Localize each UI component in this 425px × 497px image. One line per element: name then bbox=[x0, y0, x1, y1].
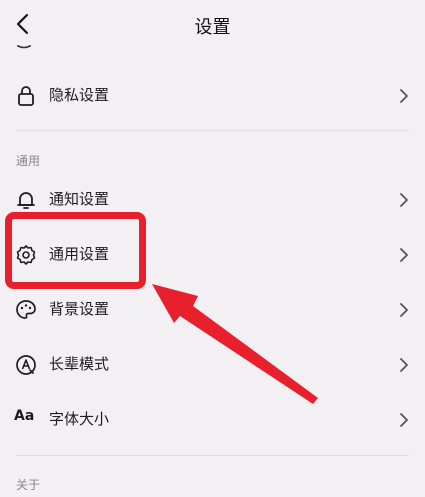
elder-mode-icon bbox=[16, 355, 36, 375]
chevron-right-icon bbox=[400, 358, 408, 372]
privacy-settings-item[interactable]: 隐私设置 bbox=[0, 72, 425, 120]
section-header-about: 关于 bbox=[16, 478, 41, 492]
font-size-item[interactable]: Aa 字体大小 bbox=[0, 396, 425, 444]
top-bar: 设置 bbox=[0, 0, 425, 50]
chevron-right-icon bbox=[400, 248, 408, 262]
privacy-settings-label: 隐私设置 bbox=[49, 86, 110, 104]
lock-icon bbox=[18, 86, 34, 106]
page-title: 设置 bbox=[194, 17, 231, 38]
font-size-label: 字体大小 bbox=[49, 410, 110, 428]
bell-icon bbox=[17, 192, 35, 209]
background-settings-item[interactable]: 背景设置 bbox=[0, 286, 425, 334]
section-header-general: 通用 bbox=[16, 154, 41, 168]
elder-mode-label: 长辈模式 bbox=[49, 355, 110, 373]
highlight-box bbox=[5, 212, 146, 289]
background-settings-label: 背景设置 bbox=[49, 300, 110, 318]
font-size-icon: Aa bbox=[14, 408, 35, 424]
chevron-right-icon bbox=[400, 89, 408, 103]
notification-settings-label: 通知设置 bbox=[49, 190, 110, 208]
partial-item-icon bbox=[17, 45, 31, 49]
elder-mode-item[interactable]: 长辈模式 bbox=[0, 341, 425, 389]
chevron-right-icon bbox=[400, 193, 408, 207]
chevron-right-icon bbox=[400, 413, 408, 427]
palette-icon bbox=[16, 300, 36, 319]
divider bbox=[16, 130, 409, 131]
divider bbox=[16, 455, 409, 456]
chevron-right-icon bbox=[400, 303, 408, 317]
